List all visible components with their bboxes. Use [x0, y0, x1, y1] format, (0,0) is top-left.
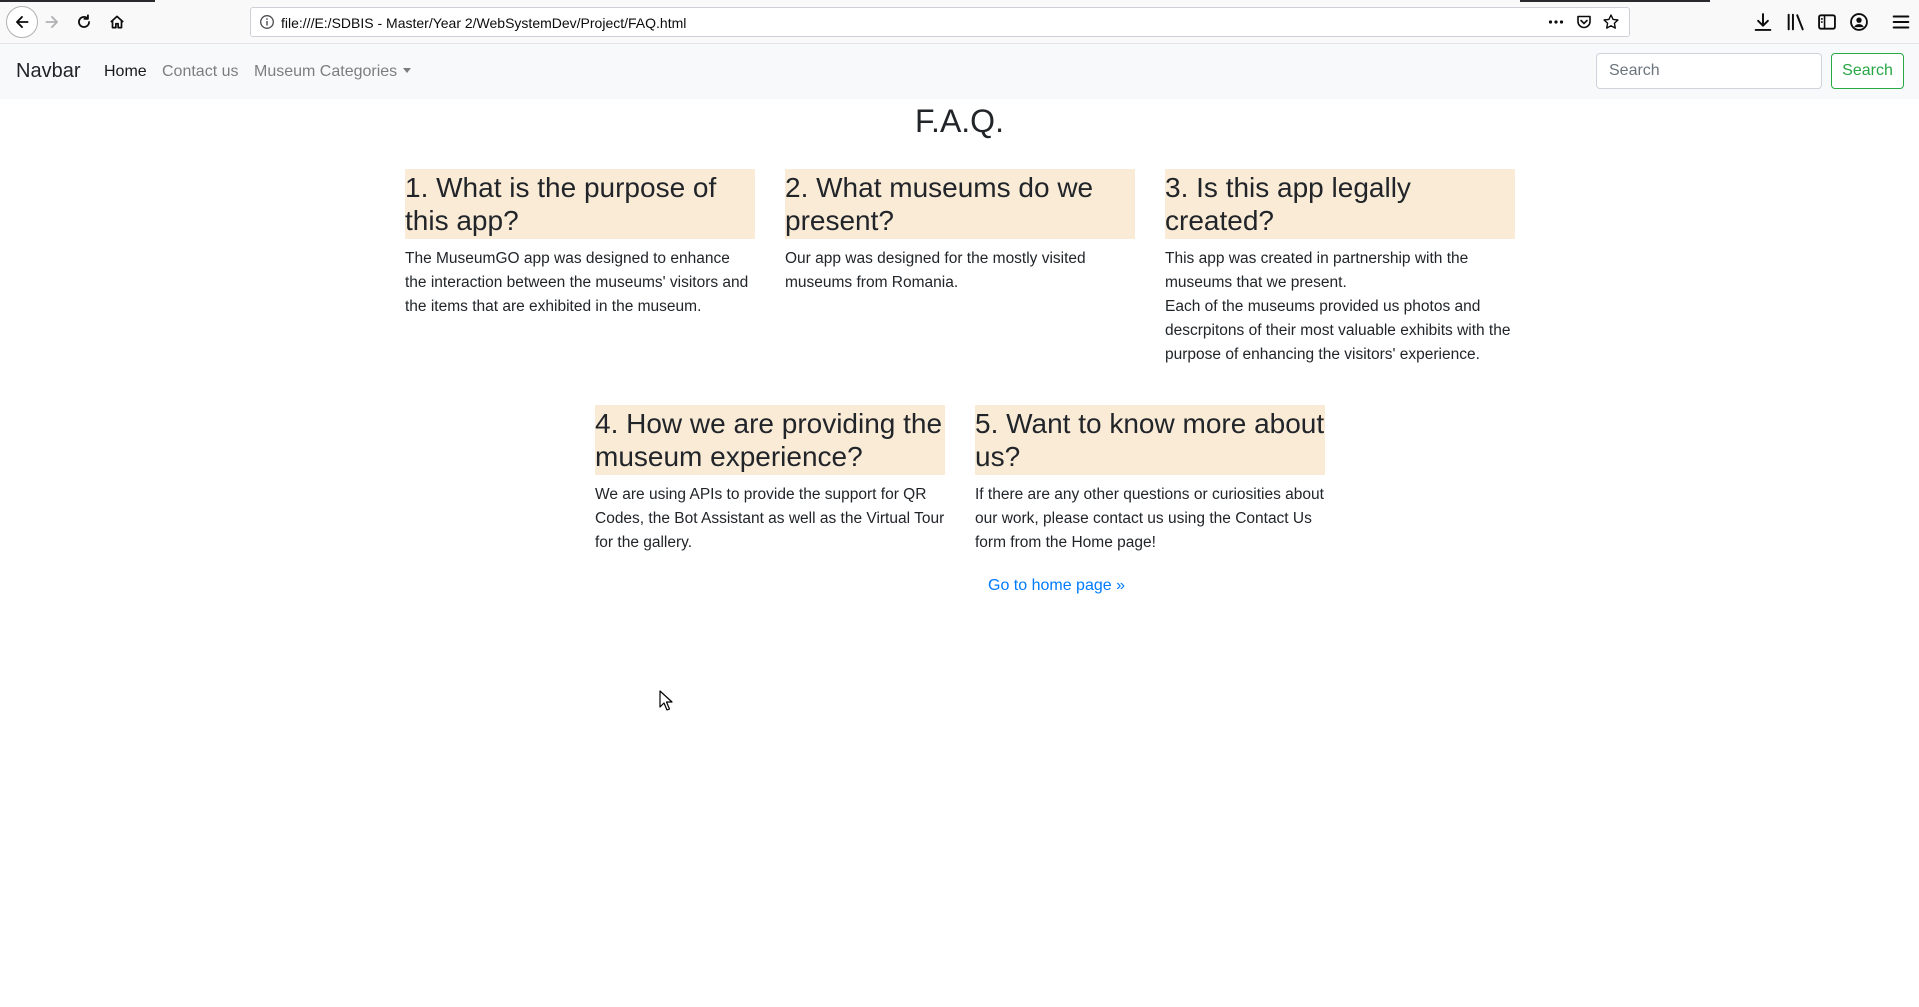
faq-question: 5. Want to know more about us?	[975, 405, 1325, 475]
faq-answer: If there are any other questions or curi…	[975, 486, 1324, 551]
library-icon[interactable]	[1785, 11, 1807, 33]
info-icon[interactable]	[259, 14, 275, 30]
faq-item-3: 3. Is this app legally created? This app…	[1165, 169, 1515, 367]
url-text[interactable]: file:///E:/SDBIS - Master/Year 2/WebSyst…	[281, 15, 686, 31]
sidebar-icon[interactable]	[1816, 11, 1838, 33]
mouse-cursor-icon	[659, 690, 673, 711]
navbar: Navbar Home Contact us Museum Categories…	[0, 44, 1919, 99]
reload-icon[interactable]	[70, 8, 98, 36]
faq-answer: This app was created in partnership with…	[1165, 250, 1469, 291]
faq-question: 2. What museums do we present?	[785, 169, 1135, 239]
account-icon[interactable]	[1848, 11, 1870, 33]
browser-toolbar: file:///E:/SDBIS - Master/Year 2/WebSyst…	[0, 0, 1919, 44]
page-title: F.A.Q.	[915, 103, 1004, 139]
back-icon[interactable]	[6, 6, 38, 38]
download-icon[interactable]	[1752, 11, 1774, 33]
faq-question: 3. Is this app legally created?	[1165, 169, 1515, 239]
faq-item-2: 2. What museums do we present? Our app w…	[785, 169, 1135, 295]
search-input[interactable]	[1596, 53, 1822, 89]
tab-strip	[0, 0, 1919, 2]
nav-contact-link[interactable]: Contact us	[162, 63, 238, 81]
go-to-home-link[interactable]: Go to home page »	[988, 577, 1125, 595]
forward-icon[interactable]	[38, 8, 66, 36]
faq-answer: We are using APIs to provide the support…	[595, 486, 945, 551]
navbar-brand[interactable]: Navbar	[16, 60, 80, 83]
nav-home-link[interactable]: Home	[104, 63, 147, 81]
address-bar[interactable]: file:///E:/SDBIS - Master/Year 2/WebSyst…	[250, 7, 1630, 37]
pocket-icon[interactable]	[1575, 13, 1593, 31]
faq-item-1: 1. What is the purpose of this app? The …	[405, 169, 755, 319]
nav-museum-categories-dropdown[interactable]: Museum Categories	[254, 63, 412, 81]
chevron-down-icon	[403, 68, 412, 73]
faq-answer: Our app was designed for the mostly visi…	[785, 250, 1086, 291]
more-icon[interactable]	[1547, 13, 1565, 31]
faq-answer: The MuseumGO app was designed to enhance…	[405, 250, 749, 315]
menu-icon[interactable]	[1890, 11, 1912, 33]
faq-item-5: 5. Want to know more about us? If there …	[975, 405, 1325, 555]
faq-item-4: 4. How we are providing the museum exper…	[595, 405, 945, 555]
search-button[interactable]: Search	[1831, 53, 1904, 89]
faq-question: 4. How we are providing the museum exper…	[595, 405, 945, 475]
nav-museum-categories-label: Museum Categories	[254, 63, 398, 80]
home-icon[interactable]	[103, 8, 131, 36]
bookmark-star-icon[interactable]	[1602, 13, 1620, 31]
faq-question: 1. What is the purpose of this app?	[405, 169, 755, 239]
faq-answer-continued: Each of the museums provided us photos a…	[1165, 298, 1511, 363]
